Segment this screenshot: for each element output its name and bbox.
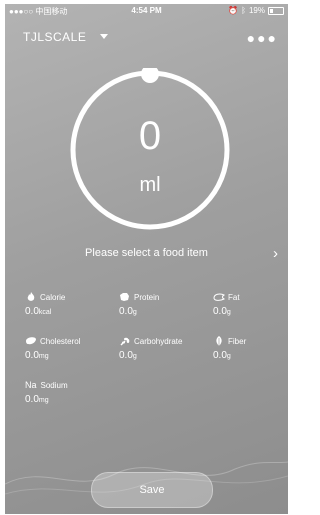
sodium-icon: Na: [25, 380, 37, 390]
protein-unit: g: [132, 309, 137, 316]
nutrient-carbohydrate: Carbohydrate 0.0g: [119, 336, 204, 376]
chevron-right-icon[interactable]: ›: [273, 245, 278, 262]
status-bar: ●●●○○ 中国移动 4:54 PM ⏰ ᛒ 19%: [5, 4, 288, 18]
nutrient-fat: Fat 0.0g: [213, 292, 288, 332]
fat-icon: [213, 292, 226, 302]
food-select-row[interactable]: Please select a food item ›: [5, 244, 288, 264]
chevron-down-icon[interactable]: [100, 34, 108, 39]
scale-dial: 0 ml: [68, 68, 232, 232]
more-options-icon[interactable]: ●●●: [247, 30, 278, 46]
carbohydrate-icon: [119, 336, 130, 346]
status-right-group: ⏰ ᛒ 19%: [228, 6, 284, 15]
protein-label: Protein: [134, 292, 160, 302]
cholesterol-value: 0.0: [25, 350, 39, 361]
fat-label: Fat: [228, 292, 240, 302]
cholesterol-unit: mg: [38, 353, 49, 360]
app-screen: ●●●○○ 中国移动 4:54 PM ⏰ ᛒ 19% TJLSCALE ●●● …: [5, 4, 288, 514]
bluetooth-icon: ᛒ: [241, 6, 246, 15]
sodium-value: 0.0: [25, 394, 39, 405]
nutrient-calorie: Calorie 0.0kcal: [25, 292, 110, 332]
fiber-label: Fiber: [228, 336, 247, 346]
protein-value: 0.0: [119, 306, 133, 317]
fat-value: 0.0: [213, 306, 227, 317]
nutrient-fiber: Fiber 0.0g: [213, 336, 288, 376]
leaf-icon: [213, 336, 224, 346]
calorie-unit: kcal: [38, 309, 52, 316]
cholesterol-label: Cholesterol: [40, 336, 81, 346]
liver-icon: [25, 336, 36, 346]
sodium-unit: mg: [38, 397, 49, 404]
food-select-prompt[interactable]: Please select a food item: [5, 247, 288, 259]
nutrient-sodium: Na Sodium 0.0mg: [25, 380, 110, 420]
protein-icon: [119, 292, 130, 302]
fiber-value: 0.0: [213, 350, 227, 361]
battery-percent: 19%: [248, 6, 265, 15]
flame-icon: [25, 292, 36, 302]
top-nav: TJLSCALE ●●●: [5, 26, 288, 48]
calorie-label: Calorie: [40, 292, 66, 302]
calorie-value: 0.0: [25, 306, 39, 317]
sodium-label: Sodium: [40, 380, 68, 390]
carbohydrate-value: 0.0: [119, 350, 133, 361]
dial-knob[interactable]: [141, 68, 159, 83]
fat-unit: g: [226, 309, 231, 316]
device-selector-label[interactable]: TJLSCALE: [23, 30, 86, 44]
battery-icon: [268, 6, 284, 15]
alarm-icon: ⏰: [228, 6, 239, 15]
weight-value: 0: [138, 114, 162, 158]
save-button[interactable]: Save: [91, 472, 213, 508]
nutrient-protein: Protein 0.0g: [119, 292, 204, 332]
nutrient-cholesterol: Cholesterol 0.0mg: [25, 336, 110, 376]
carbohydrate-label: Carbohydrate: [134, 336, 183, 346]
weight-unit[interactable]: ml: [68, 174, 232, 197]
carbohydrate-unit: g: [132, 353, 137, 360]
fiber-unit: g: [226, 353, 231, 360]
